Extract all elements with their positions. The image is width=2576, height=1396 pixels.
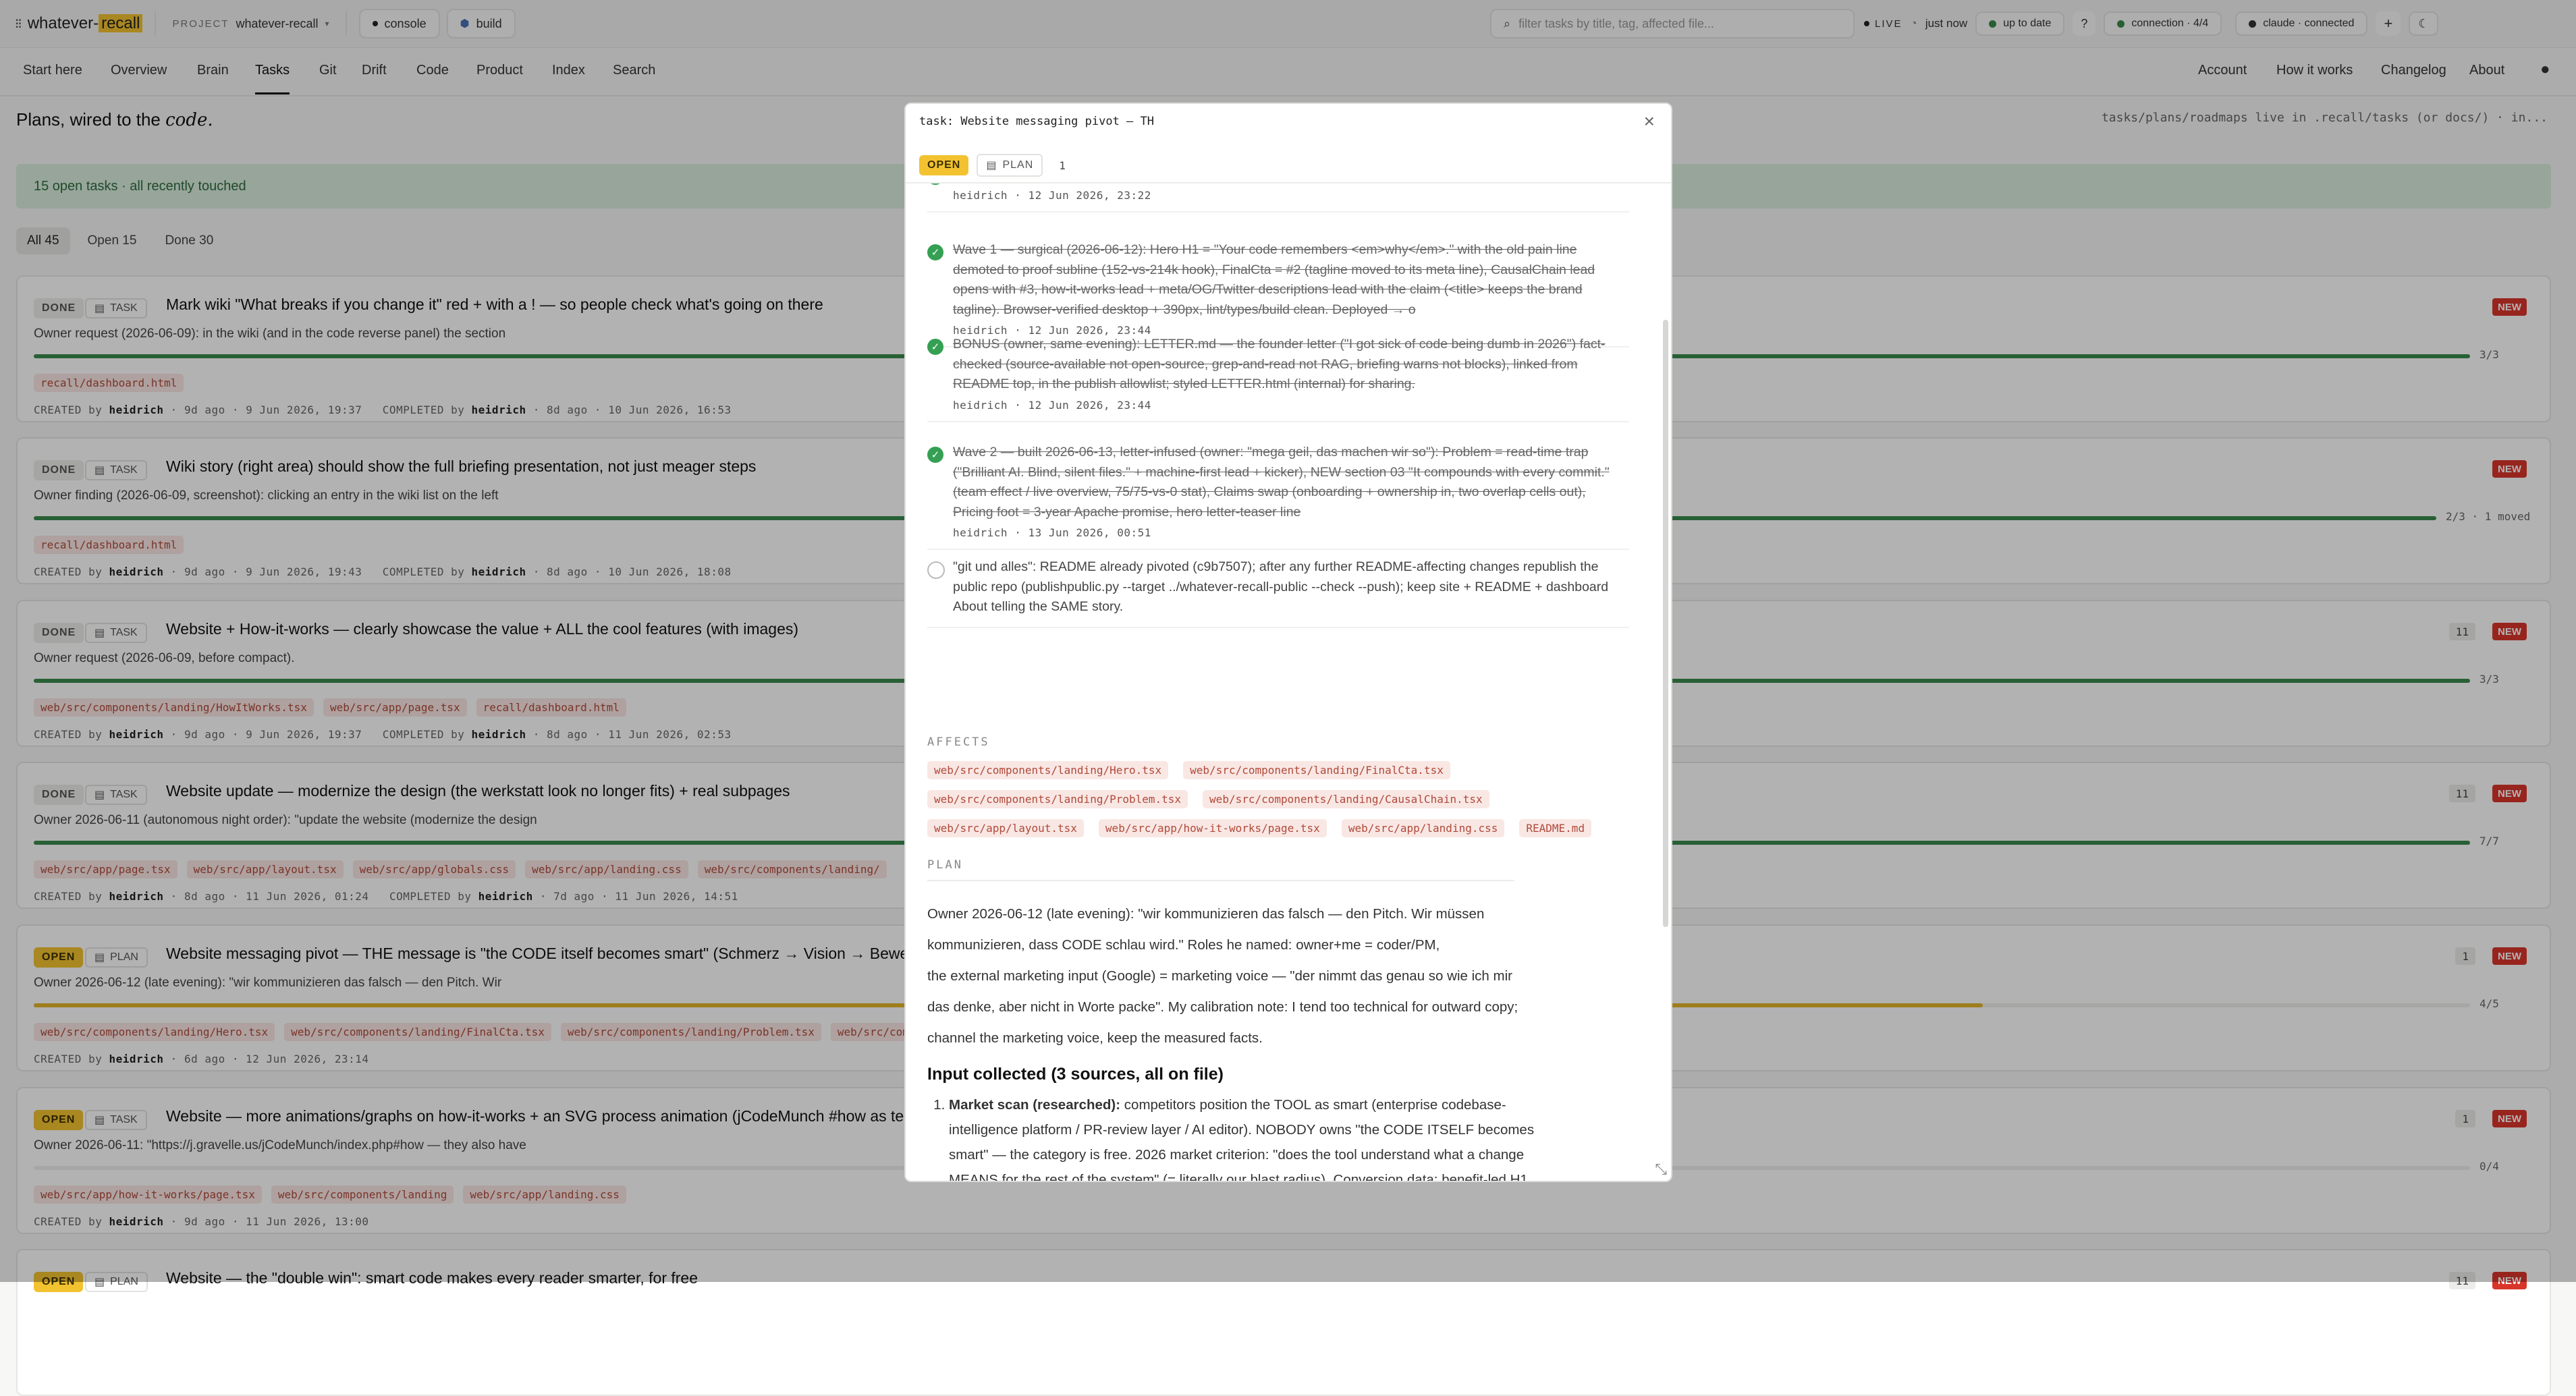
plan-paragraph: the external marketing input (Google) = … <box>927 968 1518 1046</box>
file-tag[interactable]: web/src/components/landing/Problem.tsx <box>927 790 1188 808</box>
step-text: Wave 1 — surgical (2026-06-12): Hero H1 … <box>953 242 1595 317</box>
plan-subheading: Input collected (3 sources, all on file) <box>927 1065 1224 1084</box>
modal-body[interactable]: ✓ FinalCta = "Stop making your AI smarter… <box>906 184 1648 1181</box>
file-tag[interactable]: web/src/components/landing/Hero.tsx <box>927 761 1169 779</box>
plan-list-lead: Market scan (researched): <box>949 1097 1121 1113</box>
kind-badge: ▤ PLAN <box>977 154 1043 177</box>
step-text: BONUS (owner, same evening): LETTER.md —… <box>953 337 1606 391</box>
step-text: Wave 2 — built 2026-06-13, letter-infuse… <box>953 445 1610 520</box>
file-tag[interactable]: web/src/app/landing.css <box>1341 819 1505 837</box>
status-badge: OPEN <box>919 155 969 175</box>
plan-heading: PLAN <box>927 858 963 872</box>
plan-step: "git und alles": README already pivoted … <box>927 557 1629 628</box>
plan-content: Owner 2026-06-12 (late evening): "wir ko… <box>927 899 1535 1181</box>
check-icon[interactable]: ✓ <box>927 244 943 260</box>
plan-list: Market scan (researched): competitors po… <box>927 1092 1535 1181</box>
plan-step: ✓ BONUS (owner, same evening): LETTER.md … <box>927 335 1629 422</box>
plan-step: ✓ Wave 1 — surgical (2026-06-12): Hero H1… <box>927 240 1629 347</box>
empty-circle-icon[interactable] <box>927 561 945 579</box>
plan-step: ✓ Wave 2 — built 2026-06-13, letter-infus… <box>927 443 1629 550</box>
modal-scrollbar[interactable] <box>1663 320 1668 927</box>
check-icon[interactable]: ✓ <box>927 447 943 463</box>
file-tag[interactable]: web/src/app/layout.tsx <box>927 819 1084 837</box>
affects-heading: AFFECTS <box>927 735 990 749</box>
plan-divider <box>927 880 1514 881</box>
file-tag[interactable]: web/src/app/how-it-works/page.tsx <box>1098 819 1327 837</box>
file-tag[interactable]: web/src/components/landing/CausalChain.t… <box>1203 790 1489 808</box>
modal-header: task: Website messaging pivot — TH × OPE… <box>906 104 1671 184</box>
modal-title: task: Website messaging pivot — TH <box>919 115 1154 128</box>
plan-step: ✓ FinalCta = "Stop making your AI smarter… <box>927 184 1629 213</box>
document-icon: ▤ <box>986 160 997 171</box>
step-author: heidrich · 12 Jun 2026, 23:44 <box>953 398 1151 412</box>
modal-badges: OPEN ▤ PLAN 1 <box>919 154 1074 177</box>
plan-paragraph: Owner 2026-06-12 (late evening): "wir ko… <box>927 906 1485 953</box>
close-button[interactable]: × <box>1644 111 1655 132</box>
affects-list: web/src/components/landing/Hero.tsx web/s… <box>927 761 1629 837</box>
file-tag[interactable]: web/src/components/landing/FinalCta.tsx <box>1183 761 1450 779</box>
step-author: heidrich · 13 Jun 2026, 00:51 <box>953 526 1151 539</box>
count-badge: 1 <box>1059 159 1066 172</box>
resize-handle-icon[interactable]: ⤡ <box>1655 1161 1667 1178</box>
file-tag[interactable]: README.md <box>1519 819 1592 837</box>
check-icon[interactable]: ✓ <box>927 184 943 185</box>
plan-list-item: Market scan (researched): competitors po… <box>949 1092 1535 1181</box>
step-author: heidrich · 12 Jun 2026, 23:22 <box>953 188 1151 202</box>
step-text: FinalCta = "Stop making your AI smarter.… <box>953 184 1629 185</box>
kind-label: PLAN <box>1002 159 1034 171</box>
task-detail-modal: ✓ FinalCta = "Stop making your AI smarter… <box>904 103 1672 1182</box>
step-text: "git und alles": README already pivoted … <box>953 559 1609 614</box>
check-icon[interactable]: ✓ <box>927 339 943 355</box>
